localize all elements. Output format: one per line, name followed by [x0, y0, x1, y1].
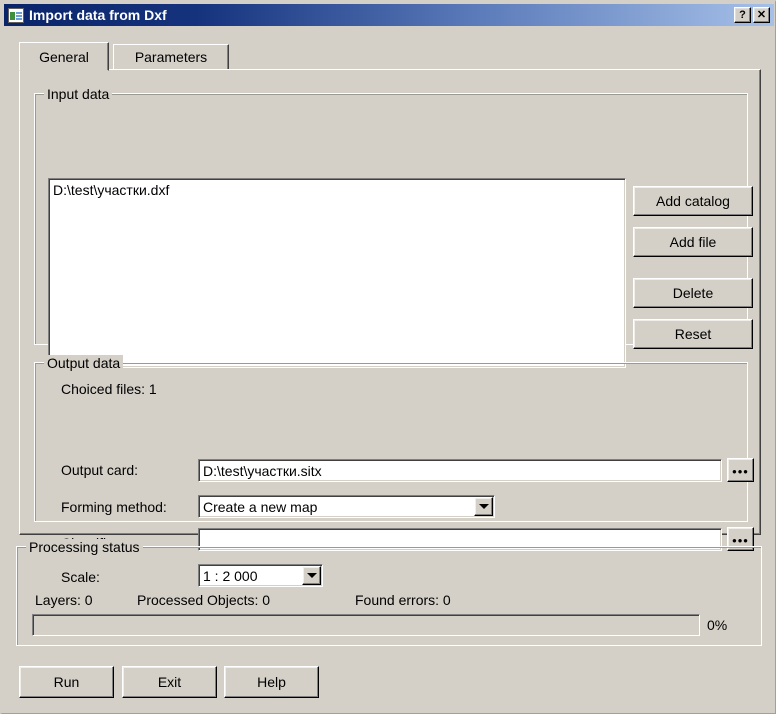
dialog-window: Import data from Dxf ? ✕ General Paramet… — [0, 0, 776, 714]
browse-output-card-button[interactable]: ••• — [727, 458, 754, 482]
window-title: Import data from Dxf — [29, 7, 167, 23]
forming-method-select[interactable]: Create a new map — [198, 495, 495, 518]
status-processed-objects: Processed Objects: 0 — [137, 592, 270, 608]
progress-percent-label: 0% — [707, 617, 727, 633]
forming-method-label: Forming method: — [61, 499, 167, 515]
tab-strip: General Parameters — [19, 44, 761, 70]
delete-button[interactable]: Delete — [633, 278, 753, 308]
status-layers: Layers: 0 — [35, 592, 93, 608]
output-card-label: Output card: — [61, 462, 138, 478]
app-window-icon — [8, 8, 24, 23]
help-button[interactable]: Help — [224, 666, 319, 698]
group-input-data-label: Input data — [44, 86, 112, 102]
title-bar-buttons: ? ✕ — [734, 7, 772, 23]
exit-button[interactable]: Exit — [122, 666, 217, 698]
add-file-button[interactable]: Add file — [633, 227, 753, 257]
tab-general[interactable]: General — [19, 42, 109, 71]
group-output-data-label: Output data — [44, 355, 123, 371]
title-bar[interactable]: Import data from Dxf ? ✕ — [4, 4, 774, 26]
list-item[interactable]: D:\test\участки.dxf — [53, 182, 625, 199]
help-icon[interactable]: ? — [734, 7, 751, 23]
run-button[interactable]: Run — [19, 666, 114, 698]
tab-parameters[interactable]: Parameters — [113, 44, 229, 70]
forming-method-value: Create a new map — [199, 499, 474, 515]
tab-page-general: Input data D:\test\участки.dxf Add catal… — [19, 69, 761, 535]
status-found-errors: Found errors: 0 — [355, 592, 451, 608]
reset-button[interactable]: Reset — [633, 319, 753, 349]
input-file-list[interactable]: D:\test\участки.dxf — [48, 178, 626, 368]
progress-bar — [32, 614, 700, 636]
add-catalog-button[interactable]: Add catalog — [633, 186, 753, 216]
chevron-down-icon[interactable] — [474, 497, 493, 516]
group-processing-status-label: Processing status — [26, 539, 143, 555]
close-icon[interactable]: ✕ — [753, 7, 770, 23]
output-card-input[interactable]: D:\test\участки.sitx — [198, 459, 722, 482]
